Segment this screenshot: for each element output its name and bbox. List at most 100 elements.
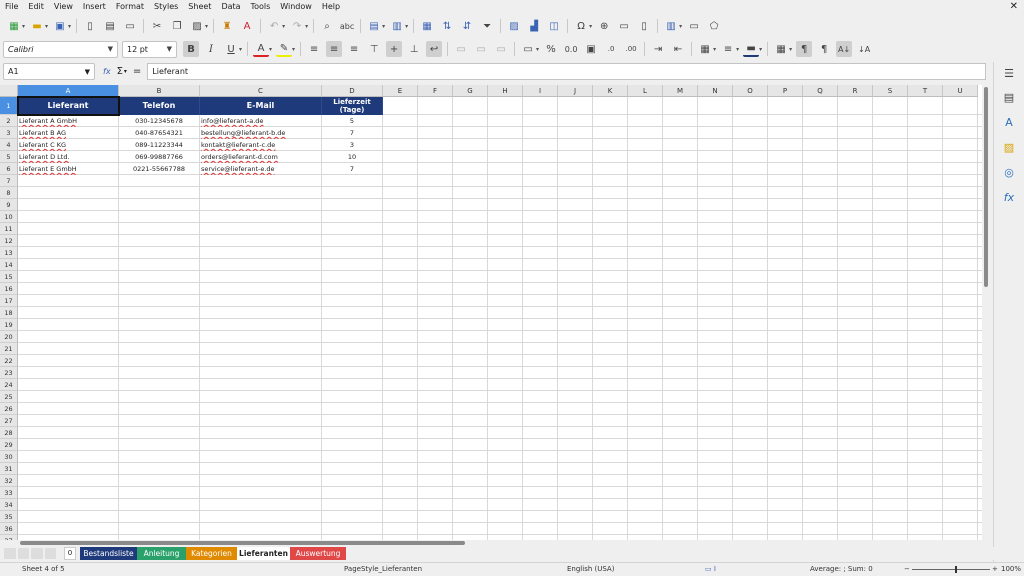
chevron-down-icon[interactable]: ▾: [45, 23, 48, 30]
tab-bestandsliste[interactable]: Bestandsliste: [80, 547, 137, 560]
column-header-d[interactable]: D: [322, 85, 383, 97]
row-header-23[interactable]: 23: [0, 367, 18, 379]
export-pdf-icon[interactable]: ▯: [82, 18, 98, 34]
italic-icon[interactable]: I: [203, 41, 219, 57]
menu-sheet[interactable]: Sheet: [183, 0, 216, 14]
cell-b5[interactable]: 069-99887766: [120, 151, 198, 163]
zoom-slider[interactable]: [912, 569, 990, 570]
cell-b2[interactable]: 030-12345678: [120, 115, 198, 127]
increase-indent-icon[interactable]: ⇥: [650, 41, 666, 57]
delete-decimal-icon[interactable]: .00: [623, 41, 639, 57]
cell-a5[interactable]: Lieferant D Ltd.: [19, 151, 117, 163]
name-box[interactable]: A1 ▼: [3, 63, 95, 80]
cell-d4[interactable]: 3: [323, 139, 381, 151]
tab-lieferanten[interactable]: Lieferanten: [237, 547, 290, 560]
autofilter-icon[interactable]: ⏷: [479, 18, 495, 34]
row-header-33[interactable]: 33: [0, 487, 18, 499]
column-header-q[interactable]: Q: [803, 85, 838, 97]
text-direction-ltr-icon[interactable]: ¶: [796, 41, 813, 57]
menu-data[interactable]: Data: [216, 0, 245, 14]
row-header-22[interactable]: 22: [0, 355, 18, 367]
clone-formatting-icon[interactable]: ♜: [219, 18, 235, 34]
column-header-r[interactable]: R: [838, 85, 873, 97]
column-header-g[interactable]: G: [453, 85, 488, 97]
new-document-icon[interactable]: ▦: [6, 18, 22, 34]
chevron-down-icon[interactable]: ▾: [305, 23, 308, 30]
function-wizard-icon[interactable]: fx: [103, 67, 111, 76]
row-header-2[interactable]: 2: [0, 115, 18, 127]
row-header-6[interactable]: 6: [0, 163, 18, 175]
sheet-navigation-buttons[interactable]: [4, 548, 56, 559]
column-header-f[interactable]: F: [418, 85, 453, 97]
text-top-to-bottom-icon[interactable]: ↓A: [856, 41, 872, 57]
menu-window[interactable]: Window: [275, 0, 317, 14]
first-sheet-icon[interactable]: [4, 548, 16, 559]
next-sheet-icon[interactable]: [31, 548, 43, 559]
row-header-30[interactable]: 30: [0, 451, 18, 463]
border-color-icon[interactable]: ▬: [743, 41, 760, 57]
pivot-table-icon[interactable]: ▦: [419, 18, 435, 34]
chevron-down-icon[interactable]: ▾: [22, 23, 25, 30]
unmerge-cells-icon[interactable]: ▭: [493, 41, 509, 57]
chevron-down-icon[interactable]: ▾: [205, 23, 208, 30]
special-character-icon[interactable]: Ω: [573, 18, 589, 34]
headers-footers-icon[interactable]: ▯: [636, 18, 652, 34]
conditional-format-icon[interactable]: ▦: [773, 41, 789, 57]
sort-ascending-icon[interactable]: ⇅: [439, 18, 455, 34]
find-replace-icon[interactable]: ⌕: [319, 18, 335, 34]
chevron-down-icon[interactable]: ▾: [789, 46, 792, 53]
currency-format-icon[interactable]: ▭: [520, 41, 536, 57]
chevron-down-icon[interactable]: ▾: [679, 23, 682, 30]
column-header-l[interactable]: L: [628, 85, 663, 97]
cell-a4[interactable]: Lieferant C KG: [19, 139, 117, 151]
border-style-icon[interactable]: ≡: [720, 41, 736, 57]
row-header-18[interactable]: 18: [0, 307, 18, 319]
percent-format-icon[interactable]: %: [543, 41, 559, 57]
zoom-out-icon[interactable]: −: [904, 563, 910, 576]
functions-icon[interactable]: fx: [1002, 190, 1016, 204]
cell-b3[interactable]: 040-87654321: [120, 127, 198, 139]
number-format-icon[interactable]: 0.0: [563, 41, 579, 57]
row-header-36[interactable]: 36: [0, 523, 18, 535]
undo-icon[interactable]: ↶: [266, 18, 282, 34]
menu-tools[interactable]: Tools: [246, 0, 276, 14]
row-header-31[interactable]: 31: [0, 463, 18, 475]
chevron-down-icon[interactable]: ▾: [282, 23, 285, 30]
cut-icon[interactable]: ✂: [149, 18, 165, 34]
menu-styles[interactable]: Styles: [149, 0, 183, 14]
chevron-down-icon[interactable]: ▾: [405, 23, 408, 30]
redo-icon[interactable]: ↷: [289, 18, 305, 34]
underline-icon[interactable]: U: [223, 41, 239, 57]
formula-input[interactable]: Lieferant: [147, 63, 986, 80]
row-header-27[interactable]: 27: [0, 415, 18, 427]
menu-help[interactable]: Help: [317, 0, 345, 14]
sort-descending-icon[interactable]: ⇵: [459, 18, 475, 34]
borders-icon[interactable]: ▦: [697, 41, 713, 57]
cell-d2[interactable]: 5: [323, 115, 381, 127]
cell-a3[interactable]: Lieferant B AG: [19, 127, 117, 139]
menu-file[interactable]: File: [0, 0, 23, 14]
row-icon[interactable]: ▤: [366, 18, 382, 34]
align-bottom-icon[interactable]: ⊥: [406, 41, 422, 57]
column-icon[interactable]: ▥: [389, 18, 405, 34]
cell-c4[interactable]: kontakt@lieferant-c.de: [201, 139, 320, 151]
cell-d6[interactable]: 7: [323, 163, 381, 175]
tab-auswertung[interactable]: Auswertung: [290, 547, 346, 560]
row-header-3[interactable]: 3: [0, 127, 18, 139]
insert-pivot-icon[interactable]: ◫: [546, 18, 562, 34]
column-header-k[interactable]: K: [593, 85, 628, 97]
column-header-t[interactable]: T: [908, 85, 943, 97]
header-cell-d[interactable]: Lieferzeit (Tage): [322, 97, 383, 115]
header-cell-b[interactable]: Telefon: [119, 97, 200, 115]
row-header-26[interactable]: 26: [0, 403, 18, 415]
column-header-n[interactable]: N: [698, 85, 733, 97]
column-header-b[interactable]: B: [119, 85, 200, 97]
align-left-icon[interactable]: ≡: [306, 41, 322, 57]
cell-b6[interactable]: 0221-55667788: [120, 163, 198, 175]
font-name-combo[interactable]: Calibri ▼: [3, 40, 118, 58]
row-header-19[interactable]: 19: [0, 319, 18, 331]
horizontal-scroll-thumb[interactable]: [20, 541, 465, 545]
highlight-color-icon[interactable]: ✎: [276, 41, 293, 57]
row-header-8[interactable]: 8: [0, 187, 18, 199]
chevron-down-icon[interactable]: ▾: [736, 46, 739, 53]
